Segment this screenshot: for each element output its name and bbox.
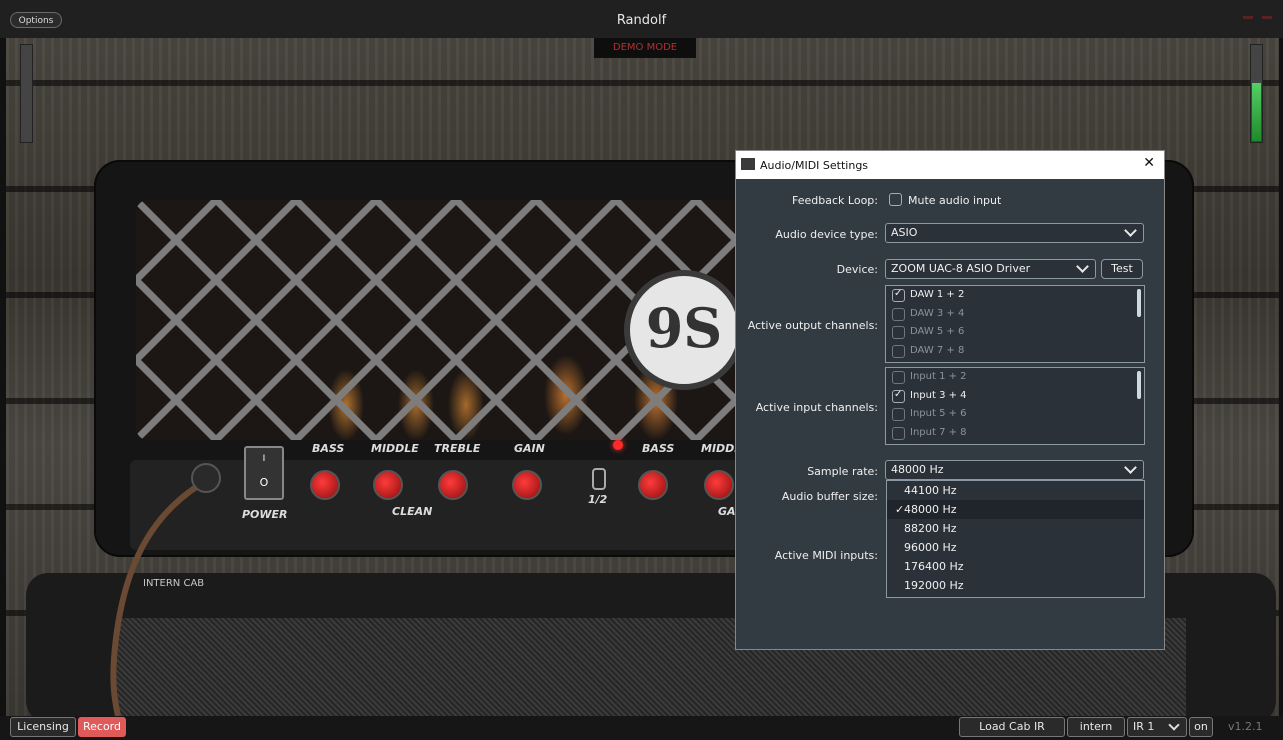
sample-rate-dropdown: 44100 Hz ✓ 48000 Hz 88200 Hz 96000 Hz 176… [886,480,1145,598]
chevron-down-icon [1124,461,1137,474]
output-level-fill [1252,82,1261,141]
input-channel-label: Input 7 + 8 [910,427,967,438]
sample-rate-option-label: 44100 Hz [904,484,957,497]
bass-knob-2[interactable] [638,470,668,500]
chevron-down-icon [1168,719,1180,731]
brand-logo: 9S [624,270,744,390]
guitar-cable [110,463,221,716]
record-button[interactable]: Record [78,717,126,737]
sample-rate-option-selected[interactable]: ✓ 48000 Hz [887,500,1144,519]
output-level-meter [1250,44,1263,143]
gain-knob-1[interactable] [512,470,542,500]
mute-audio-input-checkbox[interactable] [889,193,902,206]
check-icon: ✓ [895,503,905,516]
input-channel-checkbox[interactable]: ✓ [892,389,905,403]
device-label: Device: [836,263,878,276]
output-channel-label: DAW 7 + 8 [910,345,965,356]
channel-switch-icon[interactable] [592,468,606,490]
sample-rate-option[interactable]: 96000 Hz [887,538,1144,557]
bass-knob-1[interactable] [310,470,340,500]
input-channels-list: Input 1 + 2 ✓ Input 3 + 4 Input 5 + 6 Inp… [885,367,1145,445]
sample-rate-option[interactable]: 176400 Hz [887,557,1144,576]
chevron-down-icon [1124,224,1137,237]
knob-label-treble: TREBLE [434,442,481,455]
output-channel-checkbox[interactable] [892,345,905,358]
ir-select[interactable]: IR 1 [1127,717,1187,737]
sample-rate-option[interactable]: 192000 Hz [887,576,1144,595]
mute-audio-input-label: Mute audio input [908,194,1002,207]
input-channel-label: Input 3 + 4 [910,390,967,401]
close-window-icon[interactable] [1262,16,1272,19]
output-list-scrollbar[interactable] [1137,289,1141,317]
knob-label-gain-1: GAIN [514,442,545,455]
output-channels-list: ✓ DAW 1 + 2 DAW 3 + 4 DAW 5 + 6 DAW 7 + 8 [885,285,1145,363]
knob-label-bass-1: BASS [312,442,345,455]
minimize-icon[interactable] [1243,16,1253,19]
sample-rate-option[interactable]: 44100 Hz [887,481,1144,500]
input-list-scrollbar[interactable] [1137,371,1141,399]
output-channel-checkbox[interactable] [892,326,905,339]
check-icon: ✓ [894,288,903,299]
middle-knob-1[interactable] [373,470,403,500]
audio-device-type-value: ASIO [891,226,918,239]
output-channel-label: DAW 3 + 4 [910,308,965,319]
version-label: v1.2.1 [1228,720,1263,733]
output-channel-label: DAW 5 + 6 [910,326,965,337]
app-icon [741,158,755,170]
knob-label-gain-2: GA [718,505,736,518]
device-select[interactable]: ZOOM UAC-8 ASIO Driver [885,259,1096,279]
input-channel-label: Input 5 + 6 [910,408,967,419]
sample-rate-option-label: 48000 Hz [904,503,957,516]
test-button[interactable]: Test [1101,259,1143,279]
sample-rate-option-label: 88200 Hz [904,522,957,535]
demo-mode-label: DEMO MODE [594,38,696,58]
audio-midi-settings-dialog: Audio/MIDI Settings ✕ Feedback Loop: Mut… [735,150,1165,650]
output-channel-label: DAW 1 + 2 [910,289,965,300]
middle-knob-2[interactable] [704,470,734,500]
sample-rate-option-label: 96000 Hz [904,541,957,554]
audio-device-type-select[interactable]: ASIO [885,223,1144,243]
check-icon: ✓ [894,389,903,400]
title-bar: Options Randolf [0,0,1283,38]
knob-label-bass-2: BASS [642,442,675,455]
sample-rate-value: 48000 Hz [891,463,944,476]
close-icon[interactable]: ✕ [1143,155,1155,171]
sample-rate-option[interactable]: 88200 Hz [887,519,1144,538]
output-channel-checkbox[interactable] [892,308,905,321]
input-channel-label: Input 1 + 2 [910,371,967,382]
dialog-title-bar: Audio/MIDI Settings ✕ [736,151,1164,179]
input-channel-checkbox[interactable] [892,408,905,421]
channel-led [613,440,623,450]
sample-rate-select[interactable]: 48000 Hz [885,460,1144,480]
knob-label-middle-1: MIDDLE [371,442,419,455]
feedback-loop-label: Feedback Loop: [792,194,878,207]
audio-device-type-label: Audio device type: [775,228,878,241]
window-title: Randolf [616,13,667,28]
ir-select-value: IR 1 [1133,720,1155,733]
clean-channel-label: CLEAN [392,505,433,518]
input-channel-checkbox[interactable] [892,371,905,384]
sample-rate-option-label: 192000 Hz [904,579,964,592]
sample-rate-label: Sample rate: [807,465,878,478]
audio-buffer-size-label: Audio buffer size: [781,490,878,503]
licensing-button[interactable]: Licensing [10,717,76,737]
output-channel-checkbox[interactable]: ✓ [892,288,905,302]
load-cab-ir-button[interactable]: Load Cab IR [959,717,1065,737]
cab-on-button[interactable]: on [1189,717,1213,737]
device-value: ZOOM UAC-8 ASIO Driver [891,262,1031,275]
channel-switch-label: 1/2 [588,493,608,506]
brand-logo-text: 9S [645,296,723,360]
intern-button[interactable]: intern [1067,717,1125,737]
input-channel-checkbox[interactable] [892,427,905,440]
treble-knob[interactable] [438,470,468,500]
active-midi-inputs-label: Active MIDI inputs: [774,549,878,562]
sample-rate-option-label: 176400 Hz [904,560,964,573]
active-output-channels-label: Active output channels: [747,319,878,332]
dialog-title: Audio/MIDI Settings [760,159,869,172]
active-input-channels-label: Active input channels: [755,401,878,414]
chevron-down-icon [1076,260,1089,273]
